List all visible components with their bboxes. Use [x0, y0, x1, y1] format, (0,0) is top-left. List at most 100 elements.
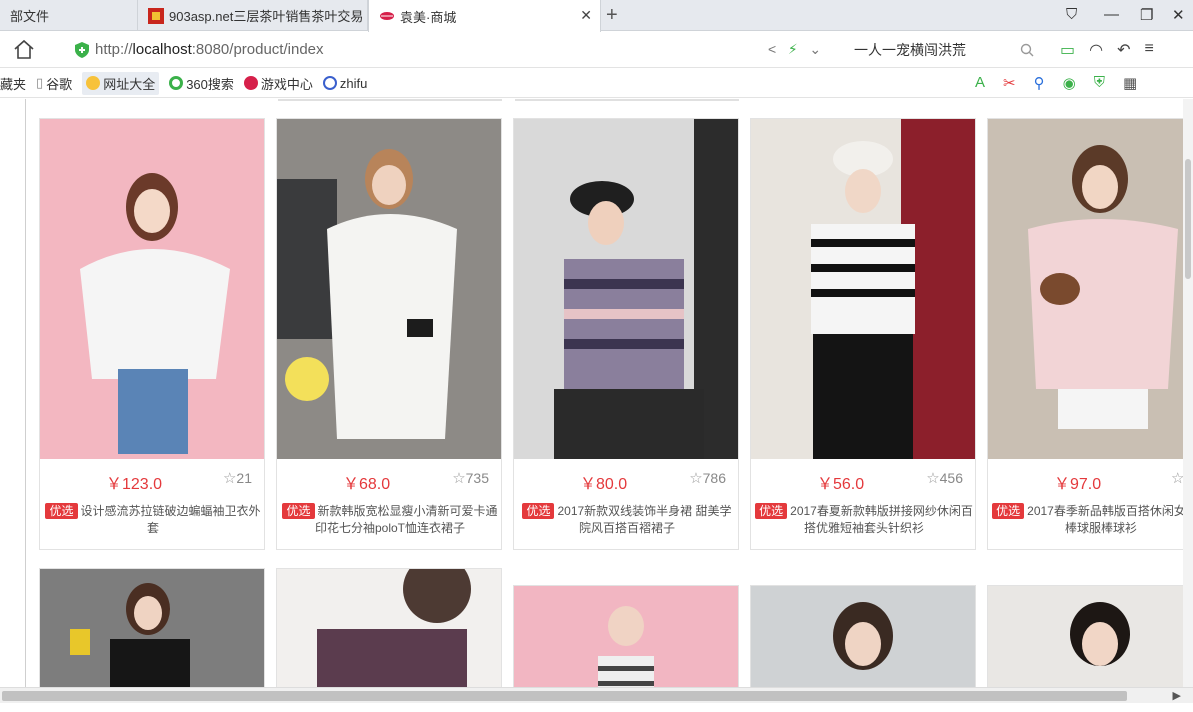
search-icon[interactable]	[1020, 43, 1034, 57]
product-photo[interactable]	[40, 119, 264, 459]
bookmark-game-center[interactable]: 游戏中心	[243, 74, 313, 93]
product-card[interactable]: ￥123.0 ☆21 优选 设计感流苏拉链破边蝙蝠袖卫衣外套	[39, 118, 265, 550]
zhifu-icon	[322, 76, 337, 90]
favorite-count[interactable]: ☆786	[689, 469, 726, 487]
shield-icon[interactable]	[75, 42, 89, 58]
vertical-scrollbar[interactable]	[1183, 99, 1193, 687]
star-icon: ☆	[689, 470, 703, 487]
product-card[interactable]	[987, 585, 1193, 687]
bookmarks-bar: 藏夹 ▯ 谷歌 网址大全 360搜索 游戏中心 zhifu A ✂ ⚲ ◉ ⛨ ▦	[0, 69, 1193, 98]
undo-icon[interactable]: ↶	[1117, 40, 1130, 60]
bookmark-sites[interactable]: 网址大全	[82, 71, 160, 95]
product-photo[interactable]	[988, 586, 1193, 687]
product-price: ￥56.0	[817, 476, 865, 493]
star-icon: ☆	[222, 470, 237, 487]
product-card[interactable]: ￥97.0 ☆23 优选2017春季新品韩版百搭休闲女夹克棒球服棒球衫	[987, 118, 1193, 550]
product-title-text: 2017春季新品韩版百搭休闲女夹克棒球服棒球衫	[1027, 504, 1193, 535]
product-photo[interactable]	[277, 119, 501, 459]
search-tool-icon[interactable]: ⚲	[1034, 74, 1045, 92]
featured-badge: 优选	[45, 503, 78, 519]
address-tools: < ⚡ ⌄	[768, 41, 821, 58]
new-tab-icon[interactable]: +	[606, 4, 618, 27]
product-photo[interactable]	[751, 586, 975, 687]
battery-icon[interactable]: ▭	[1060, 40, 1075, 60]
url-path: :8080/product/index	[191, 41, 324, 58]
favorite-number: 735	[465, 470, 489, 486]
product-title-text: 设计感流苏拉链破边蝙蝠袖卫衣外套	[80, 504, 261, 535]
horizontal-scrollbar[interactable]: ▶	[0, 687, 1193, 703]
product-title[interactable]: 优选 新款韩版宽松显瘦小清新可爱卡通印花七分袖poloT恤连衣裙子	[281, 503, 499, 537]
bookmark-label: 谷歌	[46, 76, 73, 92]
close-icon[interactable]: ✕	[580, 7, 592, 24]
headphones-icon[interactable]: ◠	[1089, 40, 1103, 60]
security-icon[interactable]: ⛨	[1094, 74, 1105, 92]
bookmark-label: zhifu	[339, 75, 368, 91]
product-photo[interactable]	[40, 569, 264, 687]
close-window-icon[interactable]: ✕	[1172, 6, 1185, 24]
bookmark-zhifu[interactable]: zhifu	[322, 75, 368, 91]
favorite-count[interactable]: ☆735	[452, 469, 489, 487]
product-card[interactable]	[276, 568, 502, 687]
url-host: localhost	[132, 41, 192, 58]
bookmark-label: 网址大全	[103, 76, 156, 92]
product-card[interactable]	[750, 585, 976, 687]
favorite-count[interactable]: ☆21	[223, 469, 252, 487]
product-title[interactable]: 优选 设计感流苏拉链破边蝙蝠袖卫衣外套	[44, 503, 262, 537]
shirt-icon[interactable]: ⛉	[1066, 6, 1077, 23]
chevron-down-icon[interactable]: ⌄	[809, 41, 821, 57]
favorite-number: 21	[236, 470, 252, 486]
vertical-scroll-thumb[interactable]	[1185, 159, 1191, 279]
product-price: ￥68.0	[343, 476, 391, 493]
product-title[interactable]: 优选 2017新款双线装饰半身裙 甜美学院风百搭百褶裙子	[518, 503, 736, 537]
share-icon[interactable]: <	[768, 41, 776, 57]
product-photo[interactable]	[751, 119, 975, 459]
tab-store[interactable]: 袁美·商城 ✕	[368, 0, 601, 32]
product-photo[interactable]	[514, 119, 738, 459]
featured-badge: 优选	[992, 503, 1025, 519]
card-edge	[278, 99, 502, 101]
menu-icon[interactable]: ≡	[1145, 40, 1154, 60]
product-photo[interactable]	[514, 586, 738, 687]
search-input[interactable]	[842, 37, 1012, 63]
favorite-number: 786	[702, 470, 726, 486]
product-card[interactable]: ￥80.0 ☆786 优选 2017新款双线装饰半身裙 甜美学院风百搭百褶裙子	[513, 118, 739, 550]
status-bar	[0, 703, 1193, 712]
url-field[interactable]: http://localhost:8080/product/index	[95, 41, 324, 58]
scroll-right-icon[interactable]: ▶	[1173, 689, 1181, 702]
featured-badge: 优选	[282, 503, 315, 519]
product-title[interactable]: 优选 2017春季新品韩版百搭休闲女夹克棒球服棒球衫	[992, 503, 1193, 537]
site-directory-icon	[86, 76, 101, 90]
bookmark-label: 藏夹	[0, 76, 27, 92]
horizontal-scroll-thumb[interactable]	[2, 691, 1127, 701]
product-title[interactable]: 优选 2017春夏新款韩版拼接网纱休闲百搭优雅短袖套头针织衫	[755, 503, 973, 537]
minimize-icon[interactable]: —	[1104, 6, 1119, 23]
featured-badge: 优选	[522, 503, 555, 519]
tab-tea-shop[interactable]: 903asp.net三层茶叶销售茶叶交易	[138, 0, 368, 31]
translate-icon[interactable]: A	[975, 74, 985, 92]
product-price: ￥80.0	[580, 476, 628, 493]
page-border	[25, 99, 26, 687]
page-viewport: ￥123.0 ☆21 优选 设计感流苏拉链破边蝙蝠袖卫衣外套 ￥68.0 ☆735…	[0, 99, 1193, 687]
favorite-number: 456	[939, 470, 963, 486]
scissors-icon[interactable]: ✂	[1003, 74, 1016, 92]
bookmark-google[interactable]: ▯ 谷歌	[36, 74, 72, 93]
product-card[interactable]	[39, 568, 265, 687]
gamepad-icon[interactable]: ◉	[1063, 74, 1076, 92]
restore-icon[interactable]: ❐	[1140, 6, 1153, 24]
product-card[interactable]: ￥68.0 ☆735 优选 新款韩版宽松显瘦小清新可爱卡通印花七分袖poloT恤连…	[276, 118, 502, 550]
tab-files[interactable]: 部文件	[0, 0, 138, 31]
favorite-count[interactable]: ☆456	[926, 469, 963, 487]
apps-grid-icon[interactable]: ▦	[1123, 74, 1137, 92]
tab-label: 袁美·商城	[400, 9, 457, 25]
product-photo[interactable]	[988, 119, 1193, 459]
home-icon[interactable]	[12, 38, 36, 62]
product-title-text: 新款韩版宽松显瘦小清新可爱卡通印花七分袖poloT恤连衣裙子	[314, 504, 498, 535]
lightning-icon[interactable]: ⚡	[788, 41, 798, 57]
product-photo[interactable]	[277, 569, 501, 687]
bookmark-360-search[interactable]: 360搜索	[169, 74, 234, 93]
bookmark-favorites[interactable]: 藏夹	[0, 74, 26, 93]
product-card[interactable]	[513, 585, 739, 687]
search-360-icon	[169, 76, 184, 90]
product-card[interactable]: ￥56.0 ☆456 优选 2017春夏新款韩版拼接网纱休闲百搭优雅短袖套头针织衫	[750, 118, 976, 550]
page-icon: ▯	[36, 75, 44, 90]
